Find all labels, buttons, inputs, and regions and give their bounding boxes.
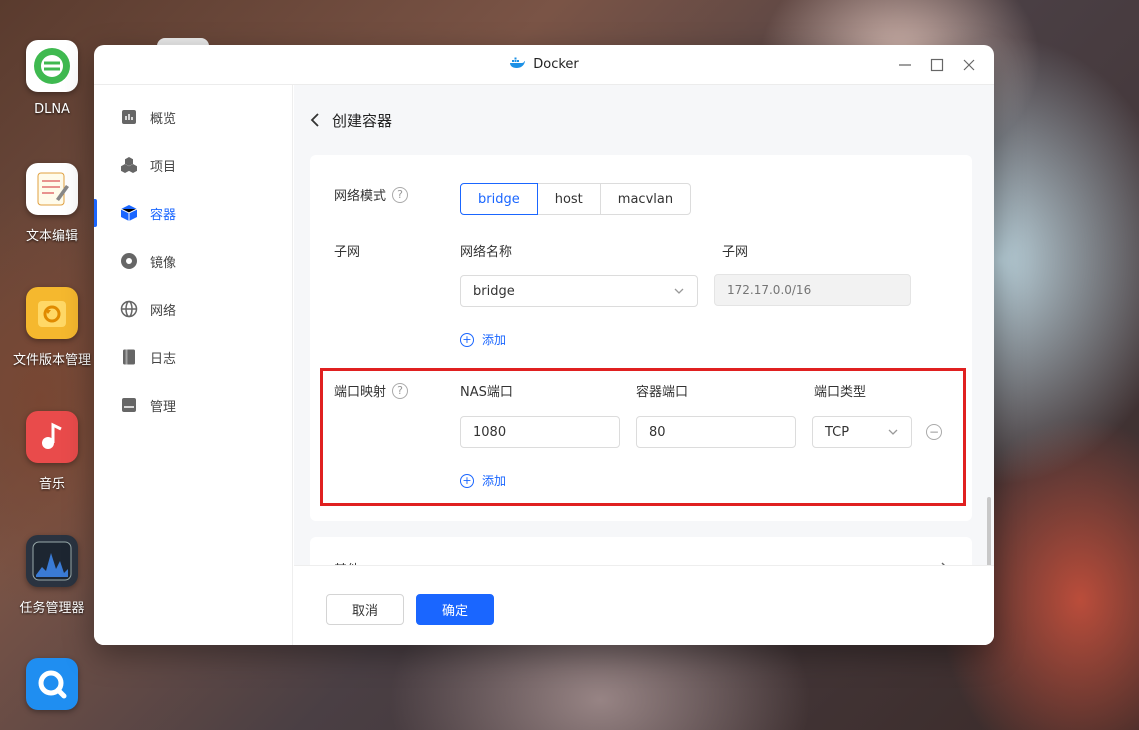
remove-port-icon[interactable]: − <box>926 424 942 440</box>
page-header: 创建容器 <box>294 85 994 155</box>
sidebar-item-overview[interactable]: 概览 <box>94 93 292 141</box>
other-section-card[interactable]: 其他 <box>310 537 972 565</box>
port-type-select[interactable]: TCP <box>812 416 912 448</box>
desktop-icon-file-version[interactable]: 文件版本管理 <box>0 287 104 368</box>
confirm-button[interactable]: 确定 <box>416 594 494 625</box>
chevron-down-icon <box>888 429 898 435</box>
subnet-input[interactable] <box>714 274 911 306</box>
network-mode-label: 网络模式 ? <box>334 185 409 204</box>
chevron-down-icon <box>674 288 684 294</box>
plus-circle-icon: + <box>460 473 474 488</box>
sidebar-item-label: 概览 <box>150 111 177 127</box>
scrollbar[interactable] <box>987 497 991 565</box>
cancel-button[interactable]: 取消 <box>326 594 404 625</box>
subnet-label: 子网 <box>334 245 361 260</box>
container-icon <box>120 205 138 221</box>
sidebar: 概览 项目 容器 镜像 网络 日志 管理 <box>94 85 293 645</box>
nas-port-input[interactable] <box>460 416 620 448</box>
network-mode-macvlan[interactable]: macvlan <box>599 183 692 215</box>
subnet-header: 子网 <box>722 245 749 260</box>
help-icon[interactable]: ? <box>392 186 409 203</box>
docker-whale-icon <box>509 56 526 74</box>
sidebar-item-manage[interactable]: 管理 <box>94 381 292 429</box>
container-port-header: 容器端口 <box>636 385 689 400</box>
desktop-icon-task-manager[interactable]: 任务管理器 <box>0 535 104 616</box>
sidebar-item-label: 容器 <box>150 207 177 223</box>
sidebar-item-log[interactable]: 日志 <box>94 333 292 381</box>
sidebar-item-label: 管理 <box>150 399 177 415</box>
sidebar-item-label: 网络 <box>150 303 177 319</box>
log-icon <box>123 349 135 365</box>
maximize-icon[interactable] <box>930 58 944 72</box>
sidebar-item-project[interactable]: 项目 <box>94 141 292 189</box>
docker-window: Docker 概览 项目 容器 镜像 网络 日志 管理 创建容器 网络模式 ? … <box>94 45 994 645</box>
desktop-icon-label: DLNA <box>34 102 70 117</box>
network-name-value: bridge <box>473 283 515 299</box>
sidebar-item-container[interactable]: 容器 <box>94 189 292 237</box>
window-title: Docker <box>509 56 579 74</box>
sidebar-item-label: 镜像 <box>150 255 177 271</box>
help-icon[interactable]: ? <box>392 382 409 399</box>
music-icon <box>26 411 78 463</box>
network-name-select[interactable]: bridge <box>460 275 698 307</box>
port-type-header: 端口类型 <box>814 385 867 400</box>
sidebar-item-network[interactable]: 网络 <box>94 285 292 333</box>
container-port-input[interactable] <box>636 416 796 448</box>
desktop-icon-search-app[interactable] <box>0 658 104 710</box>
port-mapping-label-text: 端口映射 <box>334 385 387 400</box>
back-arrow-icon[interactable] <box>310 112 320 128</box>
port-mapping-label: 端口映射 ? <box>334 381 409 400</box>
desktop-icon-music[interactable]: 音乐 <box>0 411 104 492</box>
network-icon <box>120 300 138 318</box>
project-icon <box>121 157 137 173</box>
window-controls <box>898 45 976 85</box>
search-app-icon <box>26 658 78 710</box>
desktop-icon-label: 文本编辑 <box>25 229 78 244</box>
window-title-text: Docker <box>533 57 579 72</box>
port-type-value: TCP <box>825 424 850 440</box>
network-mode-label-text: 网络模式 <box>334 189 387 204</box>
desktop-icon-dlna[interactable]: DLNA <box>0 40 104 117</box>
image-icon <box>121 253 137 269</box>
title-bar: Docker <box>94 45 994 85</box>
main-content: 创建容器 网络模式 ? bridge host macvlan 子网 网络名称 … <box>294 85 994 565</box>
manage-icon <box>122 398 136 412</box>
add-subnet-label: 添加 <box>482 333 507 347</box>
plus-circle-icon: + <box>460 332 474 347</box>
add-subnet-link[interactable]: + 添加 <box>460 331 506 348</box>
task-manager-icon <box>26 535 78 587</box>
network-mode-host[interactable]: host <box>536 183 601 215</box>
minimize-icon[interactable] <box>898 58 912 72</box>
dlna-icon <box>26 40 78 92</box>
file-version-icon <box>26 287 78 339</box>
desktop-icon-text-editor[interactable]: 文本编辑 <box>0 163 104 244</box>
sidebar-item-image[interactable]: 镜像 <box>94 237 292 285</box>
add-port-label: 添加 <box>482 474 507 488</box>
add-port-link[interactable]: + 添加 <box>460 472 506 489</box>
desktop-icon-label: 任务管理器 <box>19 601 85 616</box>
footer: 取消 确定 <box>294 565 994 645</box>
sidebar-item-label: 日志 <box>150 351 177 367</box>
network-mode-segmented: bridge host macvlan <box>460 183 692 215</box>
desktop-icon-label: 音乐 <box>38 477 65 492</box>
overview-icon <box>122 110 136 124</box>
desktop-icon-label: 文件版本管理 <box>12 353 91 368</box>
close-icon[interactable] <box>962 58 976 72</box>
network-mode-bridge[interactable]: bridge <box>460 183 538 215</box>
network-settings-card: 网络模式 ? bridge host macvlan 子网 网络名称 子网 br… <box>310 155 972 521</box>
text-editor-icon <box>26 163 78 215</box>
nas-port-header: NAS端口 <box>460 385 513 400</box>
network-name-header: 网络名称 <box>460 245 513 260</box>
page-title: 创建容器 <box>332 111 393 130</box>
sidebar-item-label: 项目 <box>150 159 177 175</box>
